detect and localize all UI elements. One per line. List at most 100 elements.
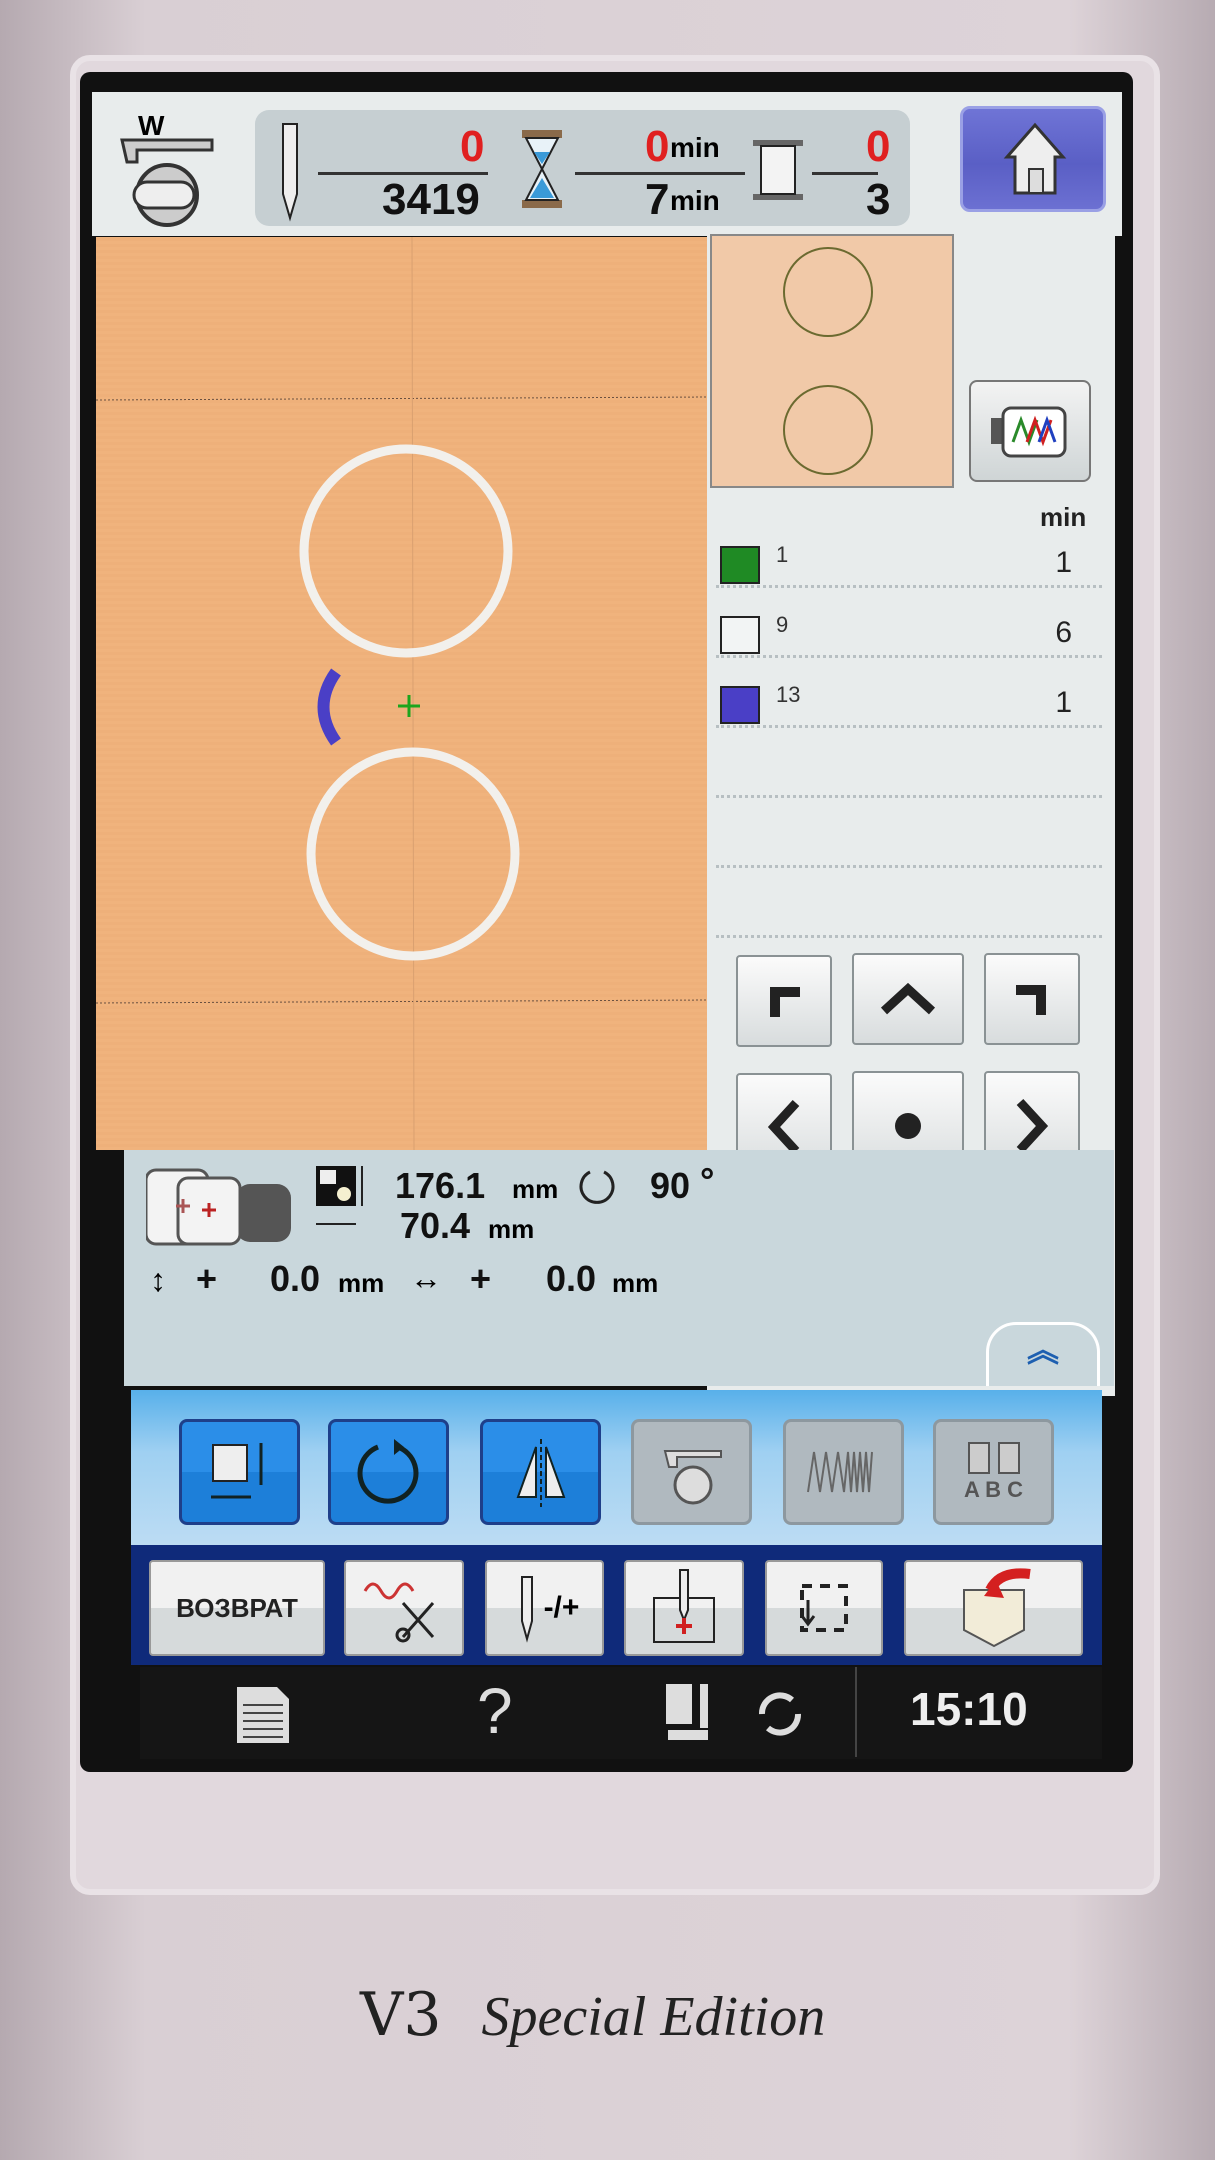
- design-height: 176.1: [395, 1165, 486, 1206]
- time-current: 0: [645, 122, 670, 171]
- thread-number: 1: [776, 542, 789, 567]
- hoop-guide-line: [96, 999, 707, 1004]
- stitch-total: 3419: [382, 175, 480, 224]
- spools-icon: [967, 1442, 1020, 1474]
- home-button[interactable]: [960, 106, 1106, 212]
- needle-start-icon: [653, 1569, 715, 1643]
- thread-minutes: 6: [1055, 616, 1072, 649]
- design-thumbnail: [710, 234, 954, 488]
- expand-panel-button[interactable]: ︽: [986, 1322, 1100, 1386]
- back-label: ВОЗВРАТ: [176, 1592, 298, 1623]
- plus-sign: +: [470, 1258, 492, 1299]
- unit: mm: [612, 1268, 659, 1298]
- color-swatch: [720, 546, 760, 584]
- move-up-right-button[interactable]: [984, 953, 1080, 1045]
- move-up-button[interactable]: [852, 953, 964, 1045]
- clock: 15:10: [910, 1683, 1028, 1735]
- thread-minutes: 1: [1055, 686, 1072, 719]
- time-unit: min: [670, 132, 720, 163]
- color-list-item[interactable]: 96: [716, 588, 1102, 658]
- color-list-item[interactable]: 11: [716, 518, 1102, 588]
- corner-up-left-icon: [770, 987, 800, 1017]
- thread-sort-button[interactable]: A B C: [933, 1419, 1054, 1525]
- device-branding: V3 Special Edition: [360, 1980, 825, 2050]
- time-total: 7: [645, 175, 670, 224]
- horizontal-move-icon: ↔: [410, 1260, 442, 1296]
- color-list-empty: [716, 728, 1102, 798]
- thread-number: 13: [776, 682, 801, 707]
- size-button[interactable]: [179, 1419, 300, 1525]
- needle-icon: [520, 1576, 533, 1643]
- spool-icon: [753, 140, 803, 200]
- stitch-forward-back-button[interactable]: -/+: [485, 1560, 604, 1656]
- chevron-left-icon: [767, 1099, 800, 1155]
- rotate-button[interactable]: [328, 1419, 449, 1525]
- hoop-guide-line: [96, 396, 707, 401]
- center-guide-line: [411, 237, 415, 1150]
- edition-label: Special Edition: [481, 1986, 826, 2048]
- time-unit: min: [670, 185, 720, 216]
- abc-label: A B C: [963, 1477, 1024, 1502]
- color-total: 3: [866, 175, 891, 224]
- color-list-item[interactable]: 13 1: [716, 658, 1102, 728]
- hoop-colors-icon: [991, 406, 1067, 458]
- corner-up-right-icon: [1016, 985, 1046, 1015]
- rotate-icon: [357, 1439, 418, 1504]
- color-list-empty: [716, 798, 1102, 868]
- plus-sign: +: [196, 1258, 218, 1299]
- presser-foot-icon[interactable]: W: [112, 110, 222, 235]
- thread-trim-icon: [363, 1582, 435, 1643]
- back-button[interactable]: ВОЗВРАТ: [149, 1560, 325, 1656]
- color-list-empty: [716, 868, 1102, 938]
- vertical-offset: 0.0: [270, 1258, 321, 1299]
- pocket-save-icon: [962, 1568, 1031, 1648]
- stitch-current: 0: [460, 122, 485, 171]
- hoop-select-icon[interactable]: [146, 1166, 296, 1246]
- needle-icon: [282, 123, 298, 222]
- unit: mm: [488, 1214, 535, 1244]
- horizontal-offset: 0.0: [546, 1258, 597, 1299]
- mirror-button[interactable]: [480, 1419, 601, 1525]
- start-point-button[interactable]: [624, 1560, 744, 1656]
- unit: mm: [512, 1174, 559, 1204]
- color-swatch: [720, 616, 760, 654]
- circle-design-upper: [299, 444, 513, 658]
- stitch-density-button[interactable]: [783, 1419, 904, 1525]
- color-swatch: [720, 686, 760, 724]
- sync-icon[interactable]: [752, 1688, 808, 1740]
- presser-foot-icon: [663, 1450, 722, 1505]
- zigzag-icon: [806, 1451, 873, 1493]
- unit: mm: [338, 1268, 385, 1298]
- blue-arc-design: [317, 668, 342, 746]
- hourglass-icon: [522, 130, 562, 208]
- degree-symbol: °: [700, 1160, 715, 1201]
- embroidery-canvas[interactable]: [96, 237, 707, 1150]
- chevron-up-icon: [880, 982, 936, 1015]
- color-current: 0: [866, 122, 891, 171]
- resize-icon: [210, 1443, 262, 1499]
- help-button[interactable]: ?: [477, 1674, 513, 1748]
- design-preview: [96, 237, 707, 1150]
- move-up-left-button[interactable]: [736, 955, 832, 1047]
- mirror-icon: [516, 1439, 565, 1507]
- needle-label: -/+: [543, 1591, 580, 1624]
- jump-stitch-trim-button[interactable]: [344, 1560, 464, 1656]
- presser-foot-button[interactable]: [631, 1419, 752, 1525]
- double-chevron-up-icon: ︽: [1026, 1332, 1059, 1368]
- rotation-angle: 90: [650, 1165, 691, 1206]
- presser-foot-status-icon[interactable]: [660, 1680, 720, 1746]
- center-dot-icon: [895, 1113, 921, 1139]
- trial-button[interactable]: [765, 1560, 883, 1656]
- progress-counter: [255, 110, 910, 226]
- document-icon[interactable]: [235, 1685, 291, 1745]
- model-label: V3: [360, 1980, 442, 2050]
- home-icon: [1003, 122, 1067, 195]
- chevron-right-icon: [1016, 1098, 1049, 1154]
- thread-minutes: 1: [1055, 546, 1072, 579]
- memory-pocket-button[interactable]: [904, 1560, 1083, 1656]
- thread-number: 9: [776, 612, 789, 637]
- needle-position-marker: [398, 695, 420, 717]
- rotate-icon: [579, 1170, 615, 1204]
- design-width: 70.4: [400, 1205, 471, 1246]
- color-view-button[interactable]: [969, 380, 1091, 482]
